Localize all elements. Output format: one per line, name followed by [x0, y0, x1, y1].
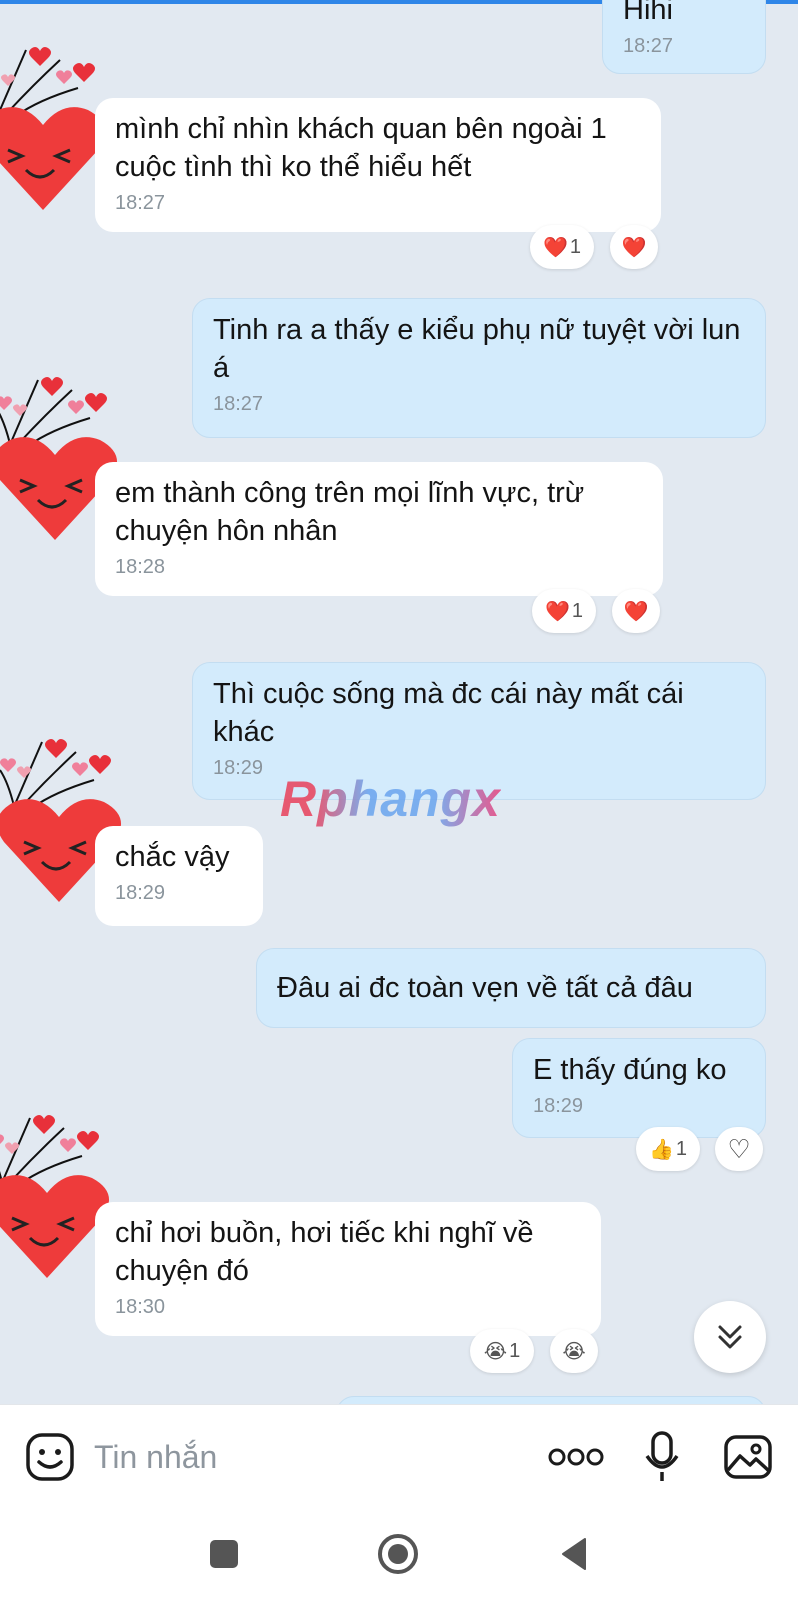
message-text: mình chỉ nhìn khách quan bên ngoài 1 cuộ…: [115, 113, 607, 183]
heart-icon: ❤️: [542, 236, 568, 259]
heart-face-avatar[interactable]: [0, 40, 108, 230]
message-text: chắc vậy: [115, 841, 230, 873]
heart-icon: ❤️: [544, 600, 570, 623]
message-text: Tinh ra a thấy e kiểu phụ nữ tuyệt vời l…: [213, 314, 741, 384]
reaction-count: 1: [509, 1339, 521, 1362]
message-bubble-incoming[interactable]: mình chỉ nhìn khách quan bên ngoài 1 cuộ…: [95, 98, 661, 232]
message-bubble-incoming[interactable]: chắc vậy 18:29: [95, 826, 263, 926]
message-time: 18:27: [623, 35, 674, 57]
message-bubble-outgoing[interactable]: Tinh ra a thấy e kiểu phụ nữ tuyệt vời l…: [192, 298, 766, 438]
react-button[interactable]: ❤️: [612, 589, 660, 633]
react-button[interactable]: 😭: [550, 1329, 598, 1373]
reaction-count-badge[interactable]: ❤️ 1: [532, 589, 596, 633]
message-input[interactable]: Tin nhắn: [94, 1439, 217, 1476]
message-time: 18:28: [115, 556, 166, 578]
message-time: 18:29: [115, 882, 166, 904]
message-time: 18:29: [533, 1095, 584, 1117]
message-composer: Tin nhắn: [0, 1404, 798, 1509]
react-button[interactable]: ♡: [715, 1127, 763, 1171]
message-text: Hihi: [623, 0, 673, 26]
image-icon[interactable]: [722, 1431, 774, 1483]
microphone-icon[interactable]: [642, 1429, 682, 1485]
reaction-count-badge[interactable]: ❤️ 1: [530, 225, 594, 269]
message-text: chỉ hơi buồn, hơi tiếc khi nghĩ về chuyệ…: [115, 1217, 534, 1287]
message-text: em thành công trên mọi lĩnh vực, trừ chu…: [115, 477, 585, 547]
message-text: Thì cuộc sống mà đc cái này mất cái khác: [213, 678, 684, 748]
heart-outline-icon: ♡: [727, 1133, 751, 1164]
message-bubble-incoming[interactable]: em thành công trên mọi lĩnh vực, trừ chu…: [95, 462, 663, 596]
system-navigation-bar: [0, 1508, 798, 1600]
crying-face-icon: 😭: [483, 1340, 508, 1363]
back-triangle-icon: [562, 1538, 586, 1570]
message-bubble-outgoing[interactable]: Hihi 18:27: [602, 0, 766, 74]
scroll-to-bottom-button[interactable]: [694, 1301, 766, 1373]
message-text: E thấy đúng ko: [533, 1054, 727, 1086]
message-bubble-outgoing[interactable]: E thấy đúng ko 18:29: [512, 1038, 766, 1138]
message-time: 18:30: [115, 1296, 166, 1318]
more-dots-icon[interactable]: [548, 1441, 604, 1473]
recents-button[interactable]: [194, 1524, 254, 1584]
reaction-count-badge[interactable]: 😭 1: [470, 1329, 534, 1373]
reaction-count: 1: [569, 235, 582, 258]
chevron-double-down-icon: [718, 1325, 742, 1349]
react-button[interactable]: ❤️: [610, 225, 658, 269]
watermark-logo: Rphangx: [280, 771, 501, 827]
thumbs-up-icon: 👍: [648, 1138, 674, 1161]
reaction-count: 1: [675, 1137, 688, 1160]
back-button[interactable]: [544, 1524, 604, 1584]
message-bubble-incoming[interactable]: chỉ hơi buồn, hơi tiếc khi nghĩ về chuyệ…: [95, 1202, 601, 1336]
message-text: Đâu ai đc toàn vẹn về tất cả đâu: [277, 972, 693, 1004]
smiley-icon[interactable]: [24, 1431, 76, 1483]
chat-area[interactable]: Hihi 18:27 mình chỉ nhìn khách quan bên …: [0, 0, 798, 1404]
home-circle-icon: [378, 1534, 418, 1574]
message-bubble-outgoing[interactable]: [336, 1396, 766, 1404]
crying-face-icon: 😭: [562, 1340, 586, 1363]
heart-icon: ❤️: [623, 600, 649, 623]
reaction-count: 1: [571, 599, 584, 622]
heart-icon: ❤️: [621, 236, 647, 259]
message-bubble-outgoing[interactable]: Đâu ai đc toàn vẹn về tất cả đâu: [256, 948, 766, 1028]
message-time: 18:27: [213, 393, 264, 415]
home-button[interactable]: [368, 1524, 428, 1584]
message-time: 18:27: [115, 192, 166, 214]
reaction-count-badge[interactable]: 👍 1: [636, 1127, 700, 1171]
square-icon: [210, 1540, 238, 1568]
